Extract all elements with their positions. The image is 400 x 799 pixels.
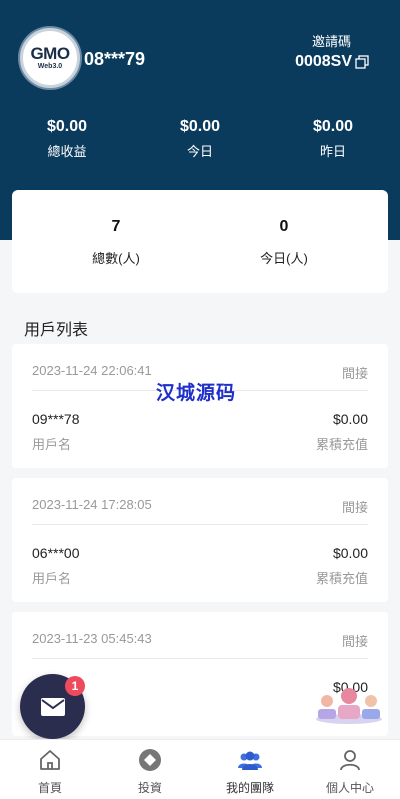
tab-label: 首頁 (37, 781, 62, 795)
summary-total: 7 總數(人) (56, 218, 176, 267)
tab-invest[interactable]: 投資 (100, 740, 200, 799)
record-amount-label: 累積充值 (315, 437, 368, 452)
record-type: 間接 (341, 634, 368, 649)
tab-profile[interactable]: 個人中心 (300, 740, 400, 799)
stat-label: 總收益 (47, 144, 87, 159)
message-badge: 1 (65, 676, 85, 696)
stat-total: $0.00 總收益 (17, 118, 117, 160)
record-type: 間接 (341, 500, 368, 515)
record-amount-label: 累積充值 (315, 571, 368, 586)
list-item[interactable]: 2023-11-24 17:28:05 間接 06***00 $0.00 用戶名… (12, 478, 388, 602)
invite-code-value: 0008SV (295, 53, 352, 70)
logo-subtext: Web3.0 (37, 62, 63, 70)
record-type: 間接 (341, 366, 368, 381)
summary-value: 7 (111, 218, 121, 235)
tab-label: 我的團隊 (225, 781, 274, 795)
record-date: 2023-11-24 17:28:05 (32, 497, 152, 512)
summary-value: 0 (279, 218, 289, 235)
watermark-text: 汉城源码 (156, 383, 237, 404)
stat-value: $0.00 (179, 118, 221, 135)
mail-icon (40, 697, 65, 716)
record-date: 2023-11-24 22:06:41 (32, 363, 152, 378)
record-amount: $0.00 (332, 411, 368, 427)
record-user-label: 用戶名 (32, 571, 72, 586)
invest-icon (139, 749, 161, 771)
bottom-tab-bar: 首頁 投資 我的團隊 個人中心 (0, 739, 400, 799)
record-user-label: 用戶名 (32, 437, 72, 452)
tab-label: 投資 (137, 781, 162, 795)
stat-today: $0.00 今日 (150, 118, 250, 160)
gmo-logo: GMO Web3.0 (20, 28, 80, 88)
stat-label: 昨日 (319, 144, 346, 159)
tab-my-team[interactable]: 我的團隊 (200, 740, 300, 799)
invite-code[interactable]: 0008SV (295, 53, 369, 71)
divider (32, 658, 368, 659)
record-user: 09***78 (32, 411, 80, 427)
summary-label: 總數(人) (92, 251, 140, 266)
account-name: 08***79 (84, 49, 146, 69)
stat-value: $0.00 (46, 118, 88, 135)
tab-label: 個人中心 (325, 781, 374, 795)
stat-label: 今日 (186, 144, 213, 159)
team-summary-card: 7 總數(人) 0 今日(人) (12, 190, 388, 293)
record-user: 06***00 (32, 545, 80, 561)
user-list-title: 用戶列表 (24, 322, 89, 339)
team-illustration-icon (316, 688, 382, 724)
summary-label: 今日(人) (260, 251, 308, 266)
home-icon (40, 750, 60, 770)
record-amount: $0.00 (332, 545, 368, 561)
summary-today: 0 今日(人) (224, 218, 344, 267)
invite-label: 邀請碼 (311, 34, 351, 49)
copy-icon[interactable] (355, 55, 369, 69)
record-date: 2023-11-23 05:45:43 (32, 631, 152, 646)
stat-value: $0.00 (312, 118, 354, 135)
stat-yesterday: $0.00 昨日 (283, 118, 383, 160)
tab-home[interactable]: 首頁 (0, 740, 100, 799)
team-icon (238, 751, 262, 770)
list-item[interactable]: 2023-11-24 22:06:41 間接 09***78 $0.00 用戶名… (12, 344, 388, 468)
profile-icon (340, 750, 360, 771)
divider (32, 524, 368, 525)
logo-text: GMO (30, 43, 70, 63)
